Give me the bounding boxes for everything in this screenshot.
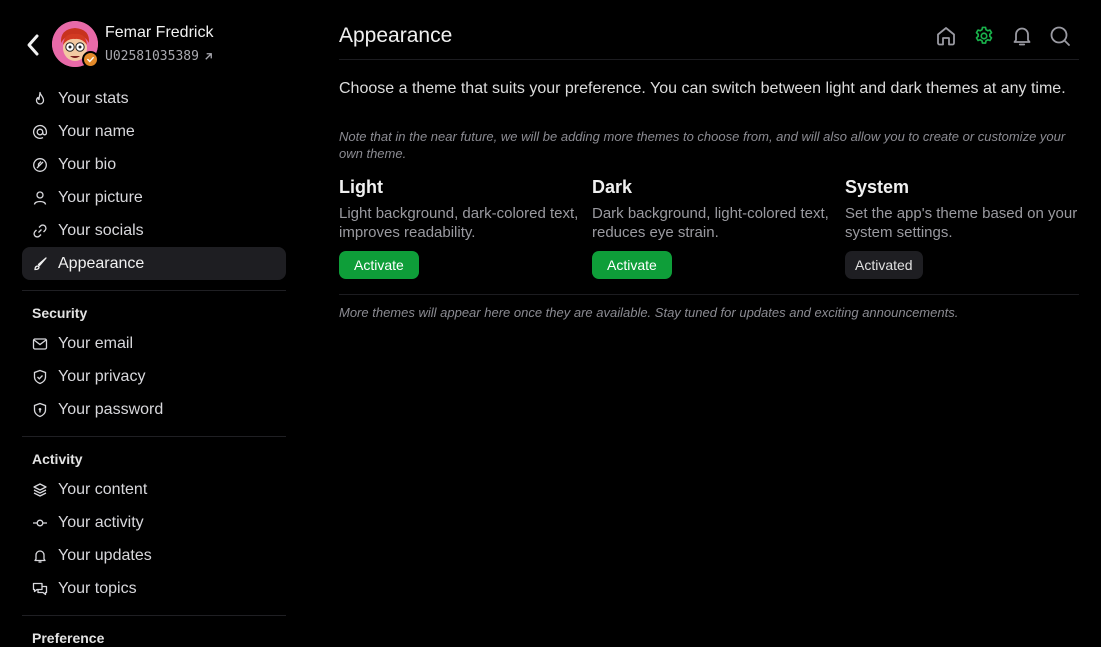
link-icon	[32, 223, 48, 239]
theme-name: Light	[339, 177, 383, 197]
flame-icon	[32, 91, 48, 107]
layers-icon	[32, 482, 48, 498]
section-title-activity: Activity	[32, 451, 83, 467]
sidebar-item-label: Your content	[58, 480, 148, 498]
check-icon	[87, 56, 94, 63]
intro-text: Choose a theme that suits your preferenc…	[339, 80, 1066, 97]
sidebar-item-label: Your socials	[58, 221, 144, 239]
theme-options: Light Light background, dark-colored tex…	[339, 177, 1079, 287]
page-title: Appearance	[339, 24, 453, 47]
brush-icon	[32, 256, 48, 272]
theme-card-system: System Set the app's theme based on your…	[845, 177, 1085, 279]
settings-button[interactable]	[973, 24, 995, 48]
main-content: Appearance Choose a theme that suits you…	[339, 0, 1079, 647]
chevron-left-icon	[27, 34, 39, 56]
app-root: Femar Fredrick U02581035389 Your stats Y…	[0, 0, 1101, 647]
user-id-link[interactable]: U02581035389	[105, 49, 214, 64]
sidebar-item-your-password[interactable]: Your password	[22, 393, 286, 426]
sidebar-item-your-updates[interactable]: Your updates	[22, 539, 286, 572]
sidebar-item-your-content[interactable]: Your content	[22, 473, 286, 506]
sidebar-item-your-topics[interactable]: Your topics	[22, 572, 286, 605]
sidebar-item-your-bio[interactable]: Your bio	[22, 148, 286, 181]
sidebar-item-label: Your password	[58, 400, 164, 418]
sidebar: Femar Fredrick U02581035389 Your stats Y…	[0, 0, 310, 647]
theme-description: Light background, dark-colored text, imp…	[339, 205, 579, 241]
home-icon	[937, 27, 955, 46]
avatar[interactable]	[52, 21, 99, 68]
commit-icon	[32, 515, 48, 531]
divider	[22, 615, 286, 616]
sidebar-item-your-stats[interactable]: Your stats	[22, 82, 286, 115]
sidebar-nav: Your stats Your name Your bio Your pictu…	[22, 82, 286, 647]
activate-light-button[interactable]: Activate	[339, 251, 419, 279]
notifications-button[interactable]	[1011, 24, 1033, 48]
sidebar-item-your-email[interactable]: Your email	[22, 327, 286, 360]
sidebar-item-label: Your bio	[58, 155, 117, 173]
theme-description: Dark background, light-colored text, red…	[592, 205, 829, 241]
user-icon	[32, 190, 48, 206]
activated-system-button[interactable]: Activated	[845, 251, 923, 279]
mail-icon	[32, 336, 48, 352]
footer-note: More themes will appear here once they a…	[339, 305, 959, 320]
gear-icon	[975, 26, 993, 44]
at-icon	[32, 124, 48, 140]
divider	[339, 294, 1079, 295]
sidebar-item-your-privacy[interactable]: Your privacy	[22, 360, 286, 393]
sidebar-item-label: Your picture	[58, 188, 143, 206]
note-text: Note that in the near future, we will be…	[339, 129, 1066, 161]
back-button[interactable]	[22, 30, 44, 60]
sidebar-item-label: Your email	[58, 334, 134, 352]
feather-icon	[32, 157, 48, 173]
sidebar-item-appearance[interactable]: Appearance	[22, 247, 286, 280]
sidebar-item-your-picture[interactable]: Your picture	[22, 181, 286, 214]
section-title-security: Security	[32, 305, 88, 321]
sidebar-item-label: Your activity	[58, 513, 144, 531]
bell-icon	[1013, 27, 1031, 46]
sidebar-item-label: Your stats	[58, 89, 129, 107]
activate-dark-button[interactable]: Activate	[592, 251, 672, 279]
theme-name: Dark	[592, 177, 633, 197]
messages-icon	[32, 581, 48, 597]
sidebar-item-label: Your privacy	[58, 367, 146, 385]
sidebar-item-label: Your updates	[58, 546, 152, 564]
arrow-up-right-icon	[205, 53, 212, 60]
shield-check-icon	[32, 369, 48, 385]
divider	[22, 290, 286, 291]
sidebar-item-your-activity[interactable]: Your activity	[22, 506, 286, 539]
theme-name: System	[845, 177, 910, 197]
theme-description: Set the app's theme based on your system…	[845, 205, 1078, 241]
home-button[interactable]	[935, 24, 957, 48]
section-title-preference: Preference	[32, 630, 105, 646]
user-name: Femar Fredrick	[105, 24, 214, 41]
user-id: U02581035389	[105, 49, 199, 64]
header-actions	[935, 24, 1071, 48]
divider	[22, 436, 286, 437]
search-icon	[1050, 26, 1070, 46]
sidebar-item-label: Your topics	[58, 579, 137, 597]
shield-lock-icon	[32, 402, 48, 418]
verified-badge	[82, 51, 99, 68]
search-button[interactable]	[1049, 24, 1071, 48]
sidebar-item-label: Your name	[58, 122, 135, 140]
sidebar-item-your-socials[interactable]: Your socials	[22, 214, 286, 247]
sidebar-item-label: Appearance	[58, 254, 145, 272]
sidebar-item-your-name[interactable]: Your name	[22, 115, 286, 148]
bell-icon	[32, 548, 48, 564]
page-header: Appearance	[339, 0, 1079, 60]
theme-card-light: Light Light background, dark-colored tex…	[339, 177, 579, 279]
theme-card-dark: Dark Dark background, light-colored text…	[592, 177, 832, 279]
